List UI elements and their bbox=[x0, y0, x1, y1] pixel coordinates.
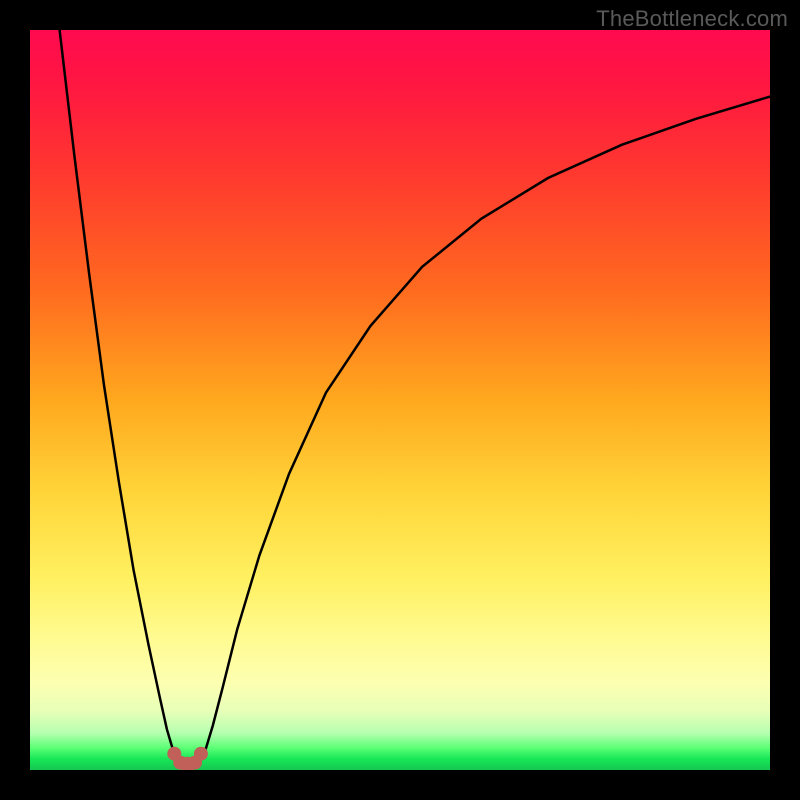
curve-right-branch bbox=[200, 97, 770, 762]
bottleneck-curve bbox=[60, 30, 770, 761]
curve-layer bbox=[30, 30, 770, 770]
sweet-spot-marker bbox=[194, 747, 208, 761]
plot-area bbox=[30, 30, 770, 770]
sweet-spot-markers bbox=[167, 747, 208, 770]
chart-canvas: TheBottleneck.com bbox=[0, 0, 800, 800]
curve-left-branch bbox=[60, 30, 178, 761]
watermark-text: TheBottleneck.com bbox=[596, 6, 788, 32]
